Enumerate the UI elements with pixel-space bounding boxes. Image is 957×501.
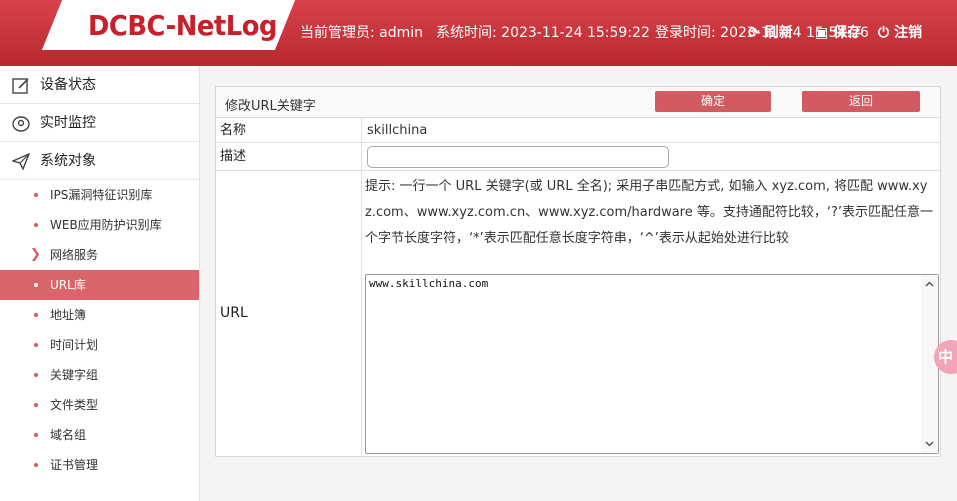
back-button[interactable]: 返回 xyxy=(802,91,920,112)
description-input[interactable] xyxy=(367,146,669,168)
nav-ips-library[interactable]: IPS漏洞特征识别库 xyxy=(0,180,199,210)
nav-label: 域名组 xyxy=(50,428,87,442)
location-icon xyxy=(12,116,30,132)
refresh-button[interactable]: ⟳ 刷新 xyxy=(748,22,793,42)
nav-label: 证书管理 xyxy=(50,458,99,472)
nav-label: IPS漏洞特征识别库 xyxy=(50,188,153,202)
logout-label: 注销 xyxy=(894,25,923,41)
name-label: 名称 xyxy=(216,118,362,142)
url-textarea[interactable]: www.skillchina.com xyxy=(365,274,939,454)
top-header: DCBC-NetLog 当前管理员: admin 系统时间: 2023-11-2… xyxy=(0,0,957,66)
nav-label: 文件类型 xyxy=(50,398,99,412)
nav-label: 实时监控 xyxy=(40,115,96,131)
nav-network-services[interactable]: ❯ 网络服务 xyxy=(0,240,199,270)
chevron-right-icon: ❯ xyxy=(30,247,41,262)
system-time: 系统时间: 2023-11-24 15:59:22 xyxy=(436,25,650,41)
bullet-icon xyxy=(34,463,38,467)
nav-url-library[interactable]: URL库 xyxy=(0,270,199,300)
nav-time-schedule[interactable]: 时间计划 xyxy=(0,330,199,360)
url-row: URL 提示: 一行一个 URL 关键字(或 URL 全名); 采用子串匹配方式… xyxy=(216,171,940,456)
name-value: skillchina xyxy=(367,123,428,138)
refresh-label: 刷新 xyxy=(764,25,793,41)
save-icon: ▣ xyxy=(815,25,829,41)
nav-label: 网络服务 xyxy=(50,248,99,262)
nav-domain-group[interactable]: 域名组 xyxy=(0,420,199,450)
current-admin: 当前管理员: admin xyxy=(300,25,424,41)
save-label: 保存 xyxy=(833,25,862,41)
chevron-down-icon[interactable] xyxy=(924,438,935,449)
edit-icon xyxy=(12,78,29,94)
nav-label: URL库 xyxy=(50,278,86,292)
url-textarea-content: www.skillchina.com xyxy=(369,277,489,290)
url-hint-text: 提示: 一行一个 URL 关键字(或 URL 全名); 采用子串匹配方式, 如输… xyxy=(365,179,934,246)
bullet-icon xyxy=(34,433,38,437)
edit-url-keyword-panel: 修改URL关键字 确定 返回 名称 skillchina 描述 URL 提示: … xyxy=(215,86,941,457)
power-icon: ⏻ xyxy=(878,25,890,41)
nav-keyword-group[interactable]: 关键字组 xyxy=(0,360,199,390)
bullet-icon xyxy=(34,373,38,377)
url-label: URL xyxy=(216,171,362,456)
save-button[interactable]: ▣ 保存 xyxy=(815,22,861,42)
chevron-up-icon[interactable] xyxy=(924,279,935,290)
nav-certificate-management[interactable]: 证书管理 xyxy=(0,450,199,480)
nav-waf-library[interactable]: WEB应用防护识别库 xyxy=(0,210,199,240)
nav-device-status[interactable]: 设备状态 xyxy=(0,66,199,104)
panel-title: 修改URL关键字 xyxy=(225,99,316,114)
nav-label: 系统对象 xyxy=(40,153,96,169)
logo: DCBC-NetLog xyxy=(88,9,277,42)
name-row: 名称 skillchina xyxy=(216,118,940,143)
nav-label: 地址簿 xyxy=(50,308,87,322)
description-label: 描述 xyxy=(216,143,362,170)
nav-realtime-monitor[interactable]: 实时监控 xyxy=(0,104,199,142)
refresh-icon: ⟳ xyxy=(748,25,760,41)
bullet-icon xyxy=(34,343,38,347)
nav-label: 时间计划 xyxy=(50,338,99,352)
description-row: 描述 xyxy=(216,143,940,171)
bullet-icon xyxy=(34,283,38,287)
nav-address-book[interactable]: 地址簿 xyxy=(0,300,199,330)
nav-label: WEB应用防护识别库 xyxy=(50,218,162,232)
nav-label: 关键字组 xyxy=(50,368,99,382)
bullet-icon xyxy=(34,223,38,227)
bullet-icon xyxy=(34,313,38,317)
nav-system-objects[interactable]: 系统对象 xyxy=(0,142,199,180)
confirm-button[interactable]: 确定 xyxy=(655,91,771,112)
panel-header: 修改URL关键字 确定 返回 xyxy=(216,87,940,118)
nav-file-type[interactable]: 文件类型 xyxy=(0,390,199,420)
logout-button[interactable]: ⏻ 注销 xyxy=(878,22,922,42)
send-icon xyxy=(12,153,30,170)
sidebar: 设备状态 实时监控 系统对象 IPS漏洞特征识别库 WEB应用防护识别库 ❯ 网络… xyxy=(0,66,200,501)
bullet-icon xyxy=(34,403,38,407)
nav-label: 设备状态 xyxy=(40,77,96,93)
bullet-icon xyxy=(34,193,38,197)
